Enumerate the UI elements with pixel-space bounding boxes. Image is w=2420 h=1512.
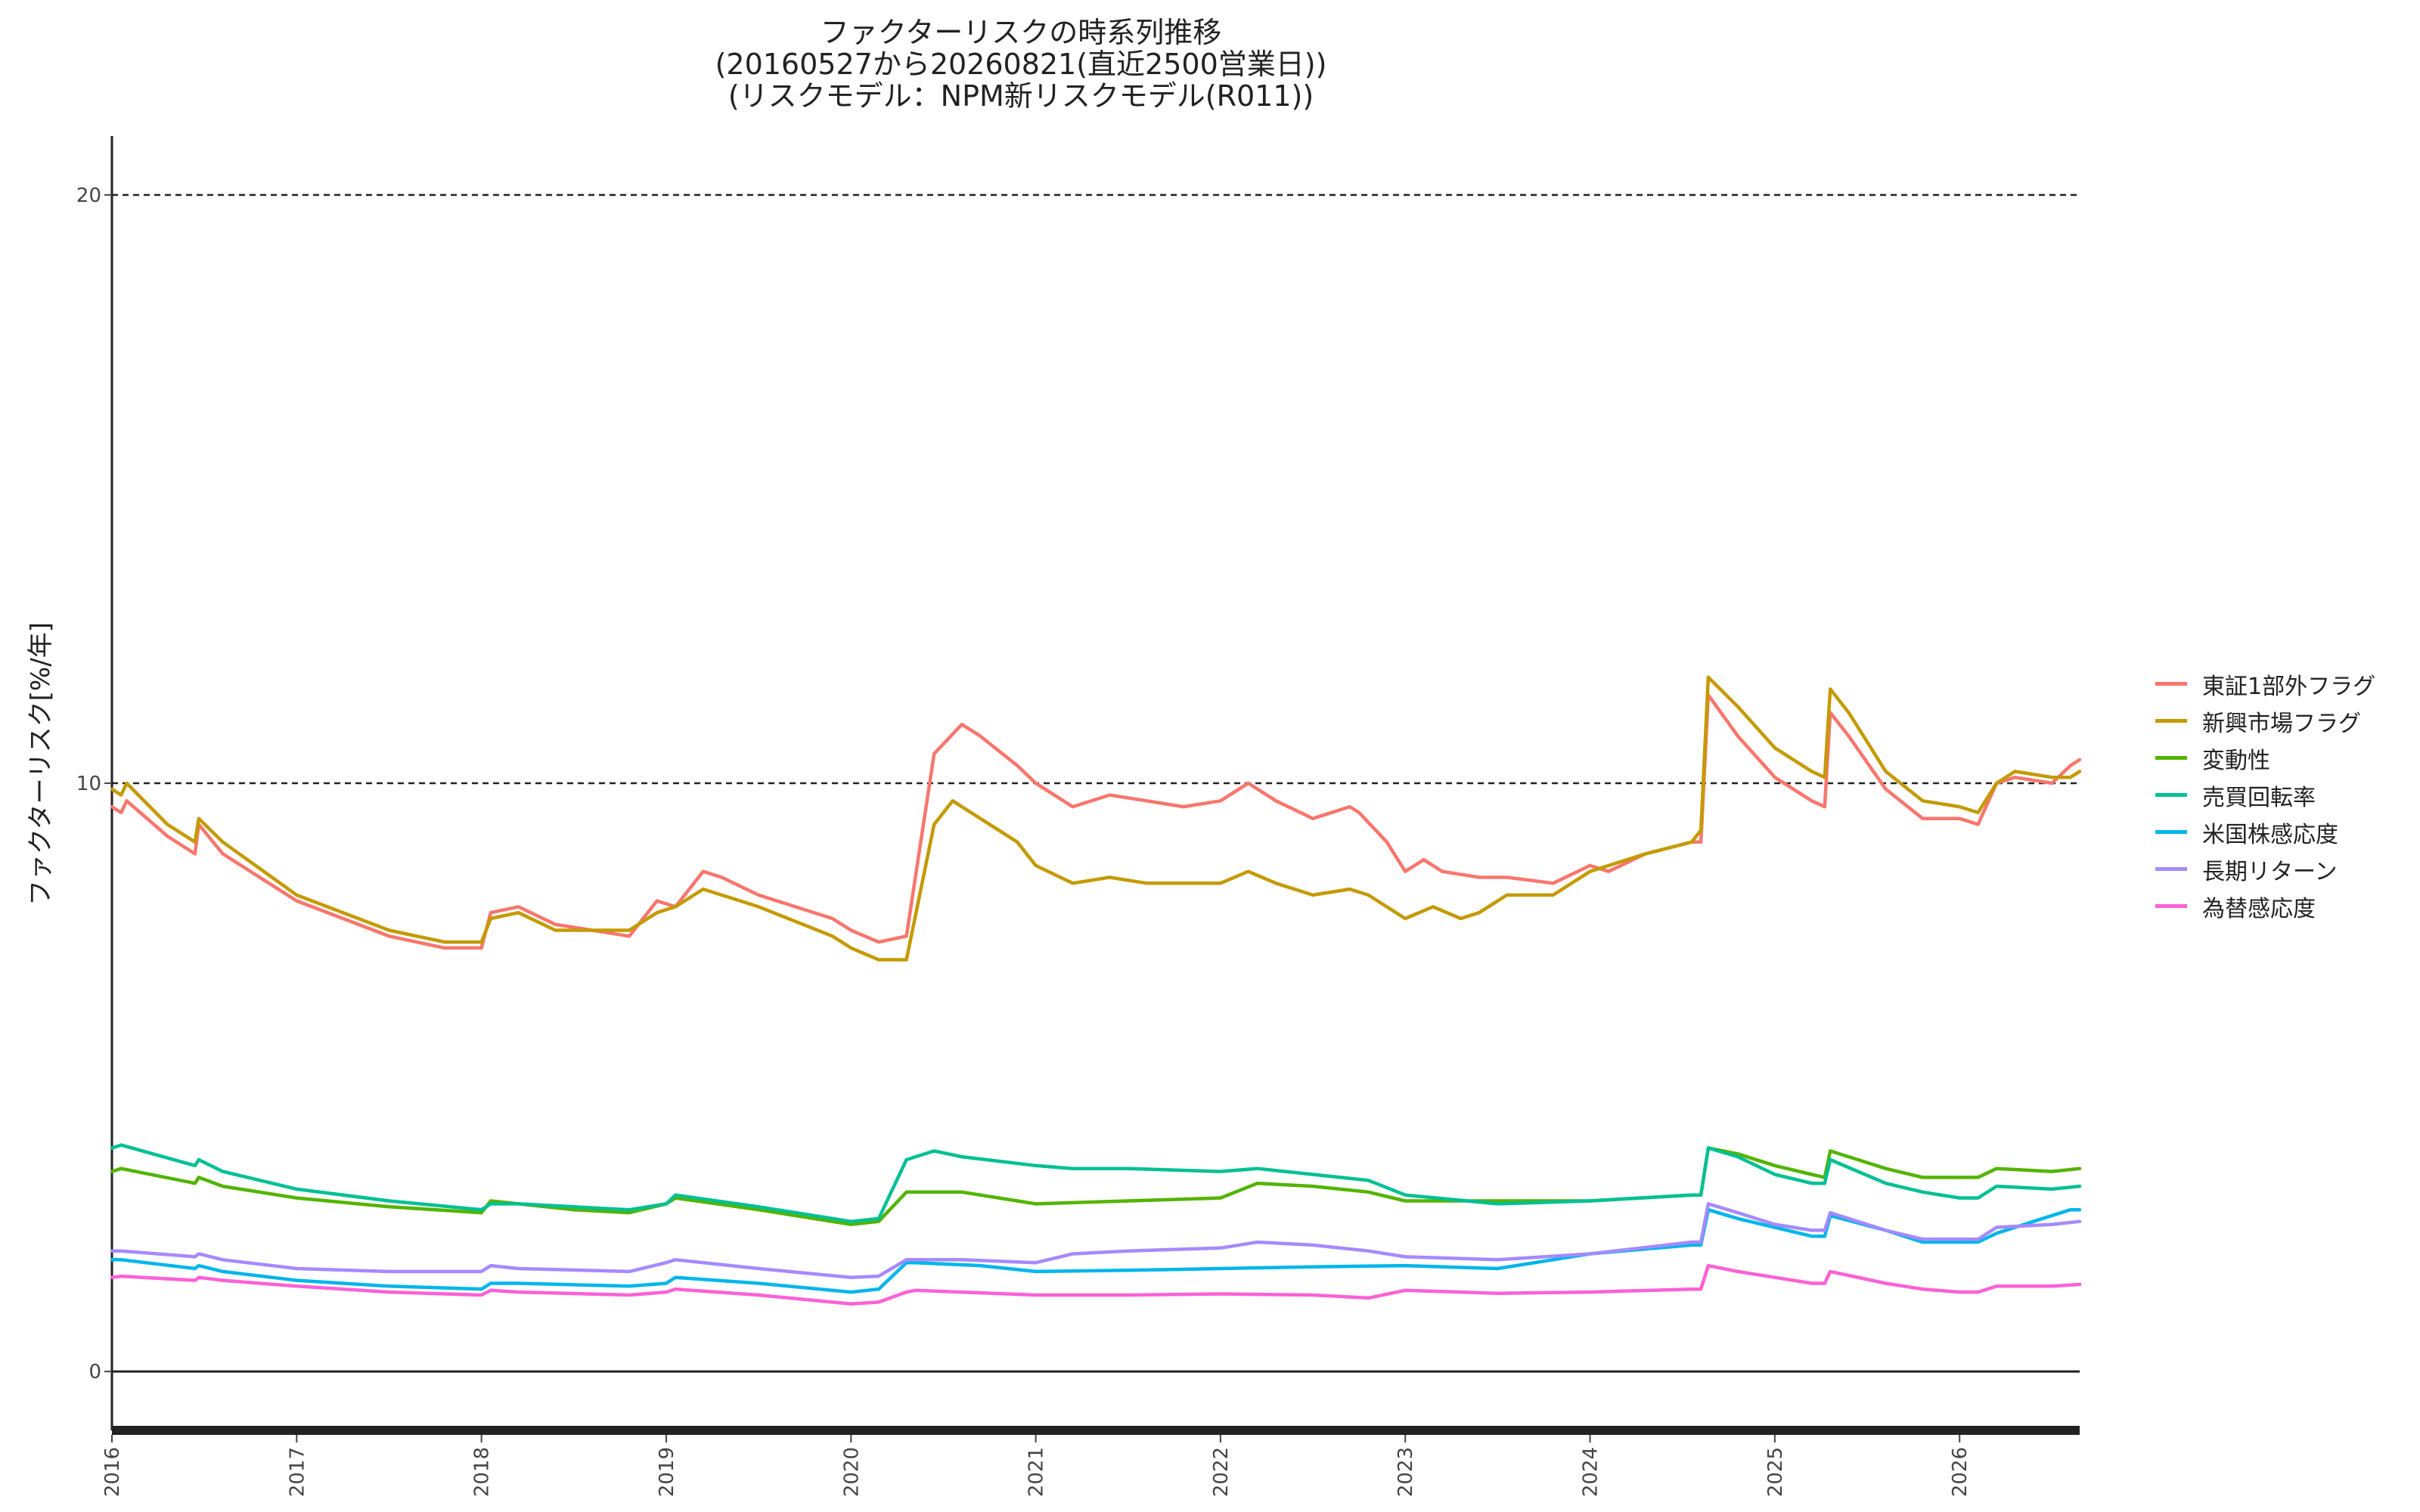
- legend-label-1: 新興市場フラグ: [2202, 710, 2361, 737]
- legend-item-0: 東証1部外フラグ: [2155, 665, 2405, 702]
- x-tick-label-2019: 2019: [656, 1447, 678, 1497]
- series-line-2: [110, 1146, 2082, 1226]
- legend-item-6: 為替感応度: [2155, 888, 2405, 925]
- x-tick-label-2023: 2023: [1395, 1447, 1417, 1497]
- series-line-1: [110, 675, 2082, 962]
- legend-label-5: 長期リターン: [2202, 858, 2338, 885]
- series-line-3: [110, 1143, 2082, 1223]
- y-tick-label-10: 10: [76, 773, 101, 795]
- x-tick-label-2016: 2016: [101, 1447, 124, 1497]
- legend-label-2: 変動性: [2202, 747, 2270, 774]
- x-axis-line: [112, 1426, 2080, 1435]
- legend-item-4: 米国株感応度: [2155, 813, 2405, 850]
- legend-swatch-5: [2155, 867, 2187, 871]
- legend-item-5: 長期リターン: [2155, 850, 2405, 888]
- legend-item-1: 新興市場フラグ: [2155, 702, 2405, 739]
- x-tick-label-2017: 2017: [286, 1447, 309, 1497]
- x-tick-label-2018: 2018: [471, 1447, 494, 1497]
- legend: 東証1部外フラグ 新興市場フラグ 変動性売買回転率米国株感応度 長期リターン 為替感応度: [2155, 665, 2405, 925]
- legend-swatch-0: [2155, 682, 2187, 686]
- legend-swatch-4: [2155, 830, 2187, 834]
- line-chart: 0 10 20 2016 2017 2018 2019 2020 2021 2022 2023 202…: [76, 136, 2082, 1497]
- legend-label-0: 東証1部外フラグ: [2202, 673, 2376, 700]
- legend-item-2: 変動性: [2155, 739, 2405, 776]
- legend-swatch-6: [2155, 904, 2187, 908]
- legend-swatch-3: [2155, 793, 2187, 797]
- x-tick-label-2025: 2025: [1764, 1447, 1787, 1497]
- legend-label-3: 売買回転率: [2202, 784, 2316, 811]
- legend-swatch-1: [2155, 719, 2187, 723]
- legend-item-3: 売買回転率: [2155, 776, 2405, 813]
- y-tick-label-0: 0: [88, 1361, 101, 1383]
- x-tick-label-2026: 2026: [1949, 1447, 1972, 1497]
- x-tick-label-2021: 2021: [1025, 1447, 1048, 1497]
- y-tick-label-20: 20: [76, 184, 101, 207]
- legend-label-4: 米国株感応度: [2202, 821, 2338, 848]
- legend-label-6: 為替感応度: [2202, 895, 2316, 922]
- x-tick-label-2022: 2022: [1210, 1447, 1233, 1497]
- legend-swatch-2: [2155, 756, 2187, 760]
- x-tick-label-2020: 2020: [840, 1447, 863, 1497]
- x-tick-label-2024: 2024: [1580, 1447, 1602, 1497]
- series-line-5: [110, 1202, 2082, 1279]
- chart-container: ファクターリスクの時系列推移 (20160527から20260821(直近250…: [0, 0, 2420, 1512]
- series-line-0: [110, 693, 2082, 950]
